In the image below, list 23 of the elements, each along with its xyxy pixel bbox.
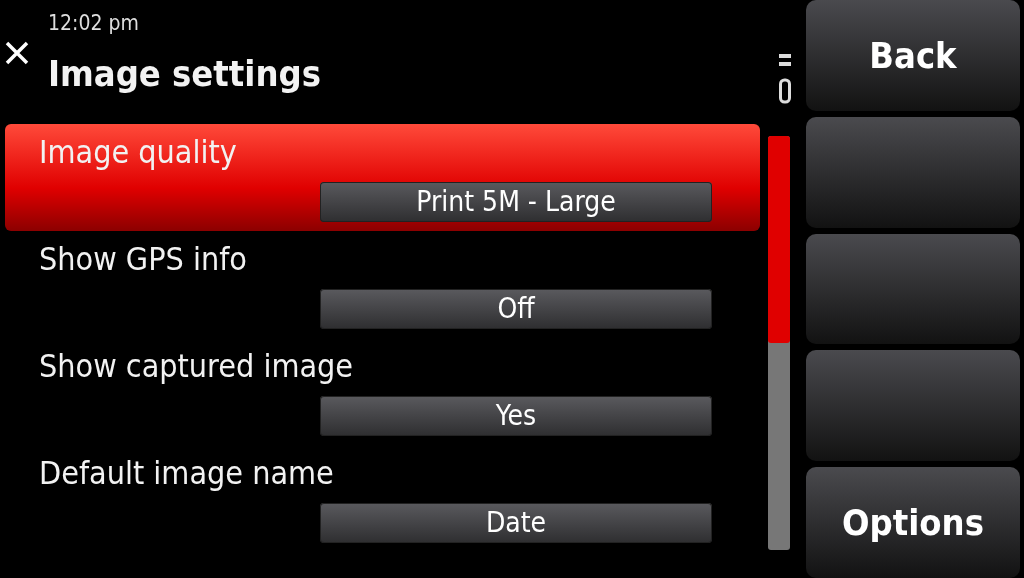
setting-label: Show GPS info [39, 239, 247, 279]
memory-indicator-icon [778, 52, 792, 104]
setting-label: Default image name [39, 453, 334, 493]
blank-soft-key[interactable] [806, 350, 1020, 462]
setting-label: Show captured image [39, 346, 354, 386]
setting-label: Image quality [39, 132, 237, 172]
setting-row[interactable]: Default image name Date [5, 445, 760, 552]
selected-setting-row[interactable]: Image quality Print 5M - Large [5, 124, 760, 231]
scrollbar[interactable] [768, 136, 790, 550]
setting-value-field[interactable]: Yes [320, 396, 712, 436]
soft-key-button[interactable]: Back [806, 0, 1020, 111]
blank-soft-key[interactable] [806, 116, 1020, 228]
soft-key-button[interactable]: Options [806, 467, 1020, 578]
scrollbar-thumb[interactable] [768, 136, 790, 343]
close-icon[interactable] [4, 40, 30, 66]
setting-value-field[interactable]: Off [320, 289, 712, 329]
setting-row[interactable]: Show GPS info Off [5, 231, 760, 338]
blank-soft-key[interactable] [806, 233, 1020, 345]
window-title: Image settings [48, 52, 321, 96]
setting-row[interactable]: Show captured image Yes [5, 338, 760, 445]
setting-value-field[interactable]: Print 5M - Large [320, 182, 712, 222]
clock-time: 12:02 pm [48, 10, 139, 36]
setting-value-field[interactable]: Date [320, 503, 712, 543]
